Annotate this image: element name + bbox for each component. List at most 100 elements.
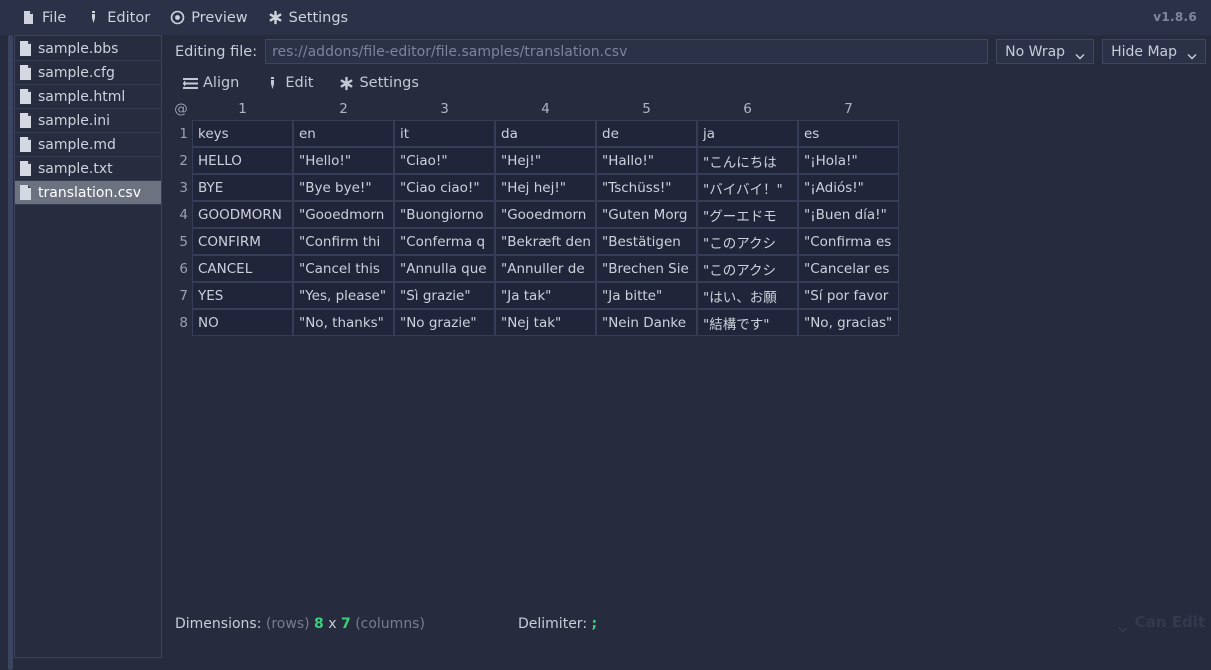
table-cell[interactable]: "Bye bye!" — [293, 174, 394, 201]
table-cell[interactable]: "Sí por favor — [798, 282, 899, 309]
table-cell[interactable]: "Hallo!" — [596, 147, 697, 174]
table-cell[interactable]: NO — [192, 309, 293, 336]
file-list-item[interactable]: sample.html — [15, 85, 161, 109]
column-header[interactable]: 6 — [697, 101, 798, 117]
table-cell[interactable]: "Sì grazie" — [394, 282, 495, 309]
table-cell[interactable]: "Guten Morg — [596, 201, 697, 228]
table-cell[interactable]: "Gooedmorn — [495, 201, 596, 228]
table-cell[interactable]: GOODMORN — [192, 201, 293, 228]
table-cell[interactable]: "¡Hola!" — [798, 147, 899, 174]
table-cell[interactable]: es — [798, 120, 899, 147]
table-cell[interactable]: "Nej tak" — [495, 309, 596, 336]
table-cell[interactable]: "No, gracias" — [798, 309, 899, 336]
table-cell[interactable]: "Annulla que — [394, 255, 495, 282]
table-cell[interactable]: "No grazie" — [394, 309, 495, 336]
table-cell[interactable]: YES — [192, 282, 293, 309]
version-label: v1.8.6 — [1153, 10, 1197, 24]
row-header[interactable]: 4 — [170, 201, 192, 228]
table-cell[interactable]: "Ciao ciao!" — [394, 174, 495, 201]
file-list-item[interactable]: sample.ini — [15, 109, 161, 133]
menu-item-editor-label: Editor — [107, 9, 151, 26]
file-list-item-label: sample.bbs — [38, 40, 119, 57]
column-header[interactable]: 5 — [596, 101, 697, 117]
chevron-down-icon — [1075, 48, 1085, 60]
table-cell[interactable]: CONFIRM — [192, 228, 293, 255]
table-cell[interactable]: "このアクシ — [697, 255, 798, 282]
row-header[interactable]: 8 — [170, 309, 192, 336]
sidebar-scrollbar[interactable] — [8, 35, 13, 670]
table-cell[interactable]: "バイバイ！" — [697, 174, 798, 201]
table-cell[interactable]: HELLO — [192, 147, 293, 174]
table-cell[interactable]: "Brechen Sie — [596, 255, 697, 282]
file-list-item[interactable]: sample.txt — [15, 157, 161, 181]
table-cell[interactable]: "Gooedmorn — [293, 201, 394, 228]
table-cell[interactable]: de — [596, 120, 697, 147]
table-cell[interactable]: "Hej!" — [495, 147, 596, 174]
table-cell[interactable]: keys — [192, 120, 293, 147]
menu-item-preview[interactable]: Preview — [161, 5, 256, 31]
file-list-item[interactable]: sample.cfg — [15, 61, 161, 85]
table-cell[interactable]: ja — [697, 120, 798, 147]
row-header[interactable]: 2 — [170, 147, 192, 174]
file-path-input[interactable]: res://addons/file-editor/file.samples/tr… — [265, 39, 989, 64]
table-cell[interactable]: "はい、お願 — [697, 282, 798, 309]
row-header[interactable]: 6 — [170, 255, 192, 282]
row-header[interactable]: 5 — [170, 228, 192, 255]
file-list-item[interactable]: sample.bbs — [15, 37, 161, 61]
table-cell[interactable]: "Ja tak" — [495, 282, 596, 309]
column-header[interactable]: 3 — [394, 101, 495, 117]
table-cell[interactable]: "Confirma es — [798, 228, 899, 255]
table-cell[interactable]: "Ciao!" — [394, 147, 495, 174]
table-cell[interactable]: "Cancel this — [293, 255, 394, 282]
table-cell[interactable]: "Cancelar es — [798, 255, 899, 282]
table-cell[interactable]: da — [495, 120, 596, 147]
menu-item-settings[interactable]: Settings — [259, 5, 357, 31]
table-cell[interactable]: "Confirm thi — [293, 228, 394, 255]
table-cell[interactable]: CANCEL — [192, 255, 293, 282]
table-cell[interactable]: "Conferma q — [394, 228, 495, 255]
table-cell[interactable]: BYE — [192, 174, 293, 201]
table-cell[interactable]: it — [394, 120, 495, 147]
file-list-item[interactable]: sample.md — [15, 133, 161, 157]
table-cell[interactable]: "Annuller de — [495, 255, 596, 282]
table-cell[interactable]: "Bestätigen — [596, 228, 697, 255]
table-cell[interactable]: "Hello!" — [293, 147, 394, 174]
edit-button[interactable]: Edit — [257, 71, 321, 95]
file-list-item[interactable]: translation.csv — [15, 181, 161, 205]
table-row: 3 BYE "Bye bye!" "Ciao ciao!" "Hej hej!" "Tsc… — [170, 174, 899, 201]
wrap-mode-dropdown[interactable]: No Wrap — [996, 39, 1095, 64]
table-cell[interactable]: "グーエドモ — [697, 201, 798, 228]
table-row: 7 YES "Yes, please" "Sì grazie" "Ja tak" "Ja … — [170, 282, 899, 309]
column-header[interactable]: 1 — [192, 101, 293, 117]
menu-item-editor[interactable]: Editor — [77, 5, 159, 31]
main-panel: Editing file: res://addons/file-editor/f… — [170, 35, 1211, 670]
table-cell[interactable]: "Bekræft den — [495, 228, 596, 255]
row-header[interactable]: 7 — [170, 282, 192, 309]
column-header[interactable]: 2 — [293, 101, 394, 117]
table-cell[interactable]: "こんにちは — [697, 147, 798, 174]
row-header[interactable]: 1 — [170, 120, 192, 147]
table-cell[interactable]: "No, thanks" — [293, 309, 394, 336]
align-button[interactable]: Align — [175, 71, 247, 95]
menu-item-file[interactable]: File — [12, 5, 75, 31]
pencil-icon — [265, 76, 280, 91]
gear-icon — [339, 76, 354, 91]
table-cell[interactable]: "Hej hej!" — [495, 174, 596, 201]
column-header[interactable]: 4 — [495, 101, 596, 117]
table-cell[interactable]: "このアクシ — [697, 228, 798, 255]
column-header[interactable]: 7 — [798, 101, 899, 117]
table-cell[interactable]: "Ja bitte" — [596, 282, 697, 309]
table-cell[interactable]: "Yes, please" — [293, 282, 394, 309]
table-cell[interactable]: "Tschüss!" — [596, 174, 697, 201]
map-mode-dropdown[interactable]: Hide Map — [1102, 39, 1206, 64]
row-header[interactable]: 3 — [170, 174, 192, 201]
table-cell[interactable]: "Buongiorno — [394, 201, 495, 228]
table-cell[interactable]: "¡Adiós!" — [798, 174, 899, 201]
can-edit-toggle[interactable]: Can Edit — [1118, 613, 1205, 633]
csv-settings-button[interactable]: Settings — [331, 71, 426, 95]
table-cell[interactable]: "結構です" — [697, 309, 798, 336]
table-cell[interactable]: en — [293, 120, 394, 147]
table-cell[interactable]: "Nein Danke — [596, 309, 697, 336]
table-row: 5 CONFIRM "Confirm thi "Conferma q "Bekræft … — [170, 228, 899, 255]
table-cell[interactable]: "¡Buen día!" — [798, 201, 899, 228]
